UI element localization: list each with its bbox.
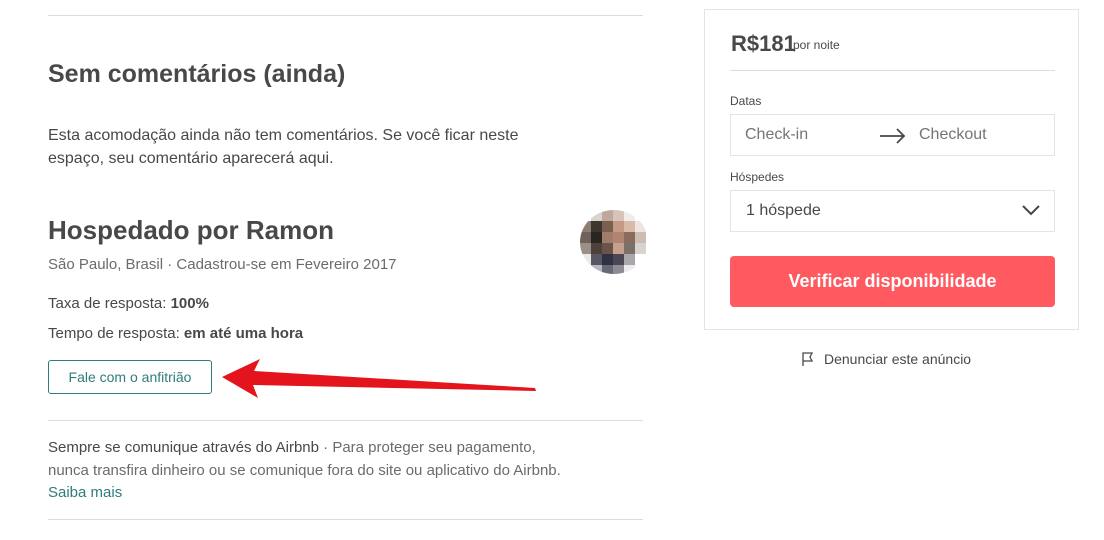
response-time-label: Tempo de resposta: bbox=[48, 325, 184, 342]
reviews-body-line2: espaço, seu comentário aparecerá aqui. bbox=[48, 150, 334, 167]
flag-icon bbox=[802, 352, 814, 366]
booking-card: R$181 por noite Datas Check-in Checkout … bbox=[704, 9, 1079, 330]
price: R$181 bbox=[731, 31, 796, 56]
reviews-title: Sem comentários (ainda) bbox=[48, 60, 346, 88]
checkin-input[interactable]: Check-in bbox=[745, 126, 808, 144]
host-avatar[interactable] bbox=[580, 210, 648, 274]
contact-host-button[interactable]: Fale com o anfitrião bbox=[48, 360, 212, 394]
checkout-input[interactable]: Checkout bbox=[919, 126, 987, 144]
report-label: Denunciar este anúncio bbox=[824, 351, 972, 367]
check-availability-button[interactable]: Verificar disponibilidade bbox=[730, 256, 1055, 307]
guests-select[interactable]: 1 hóspede bbox=[730, 190, 1055, 232]
dates-field: Check-in Checkout bbox=[730, 114, 1055, 156]
response-rate: Taxa de resposta: 100% bbox=[48, 295, 209, 312]
notice-line2: nunca transfira dinheiro ou se comunique… bbox=[48, 462, 561, 479]
arrow-right-icon bbox=[880, 128, 906, 144]
response-time-value: em até uma hora bbox=[183, 325, 304, 342]
card-divider bbox=[730, 70, 1055, 71]
reviews-body-line1: Esta acomodação ainda não tem comentário… bbox=[48, 127, 519, 144]
notice-bold: Sempre se comunique através do Airbnb bbox=[48, 439, 319, 456]
response-time: Tempo de resposta: em até uma hora bbox=[48, 325, 303, 342]
notice-text1: · Para proteger seu pagamento, bbox=[319, 439, 536, 456]
host-title: Hospedado por Ramon bbox=[48, 215, 335, 245]
response-rate-label: Taxa de resposta: bbox=[48, 295, 171, 312]
guests-label: Hóspedes bbox=[730, 170, 785, 184]
divider-top bbox=[48, 15, 643, 16]
divider-bottom bbox=[48, 519, 643, 520]
annotation-arrow-icon bbox=[222, 359, 536, 398]
guests-value: 1 hóspede bbox=[746, 202, 821, 219]
chevron-down-icon bbox=[1022, 205, 1040, 216]
learn-more-link[interactable]: Saiba mais bbox=[48, 484, 122, 501]
divider-middle bbox=[48, 420, 643, 421]
report-listing-link[interactable]: Denunciar este anúncio bbox=[800, 351, 971, 367]
notice-line1: Sempre se comunique através do Airbnb · … bbox=[48, 439, 536, 456]
dates-label: Datas bbox=[730, 94, 762, 108]
response-rate-value: 100% bbox=[170, 295, 209, 312]
per-night: por noite bbox=[793, 38, 840, 52]
host-meta: São Paulo, Brasil · Cadastrou-se em Feve… bbox=[48, 256, 397, 273]
